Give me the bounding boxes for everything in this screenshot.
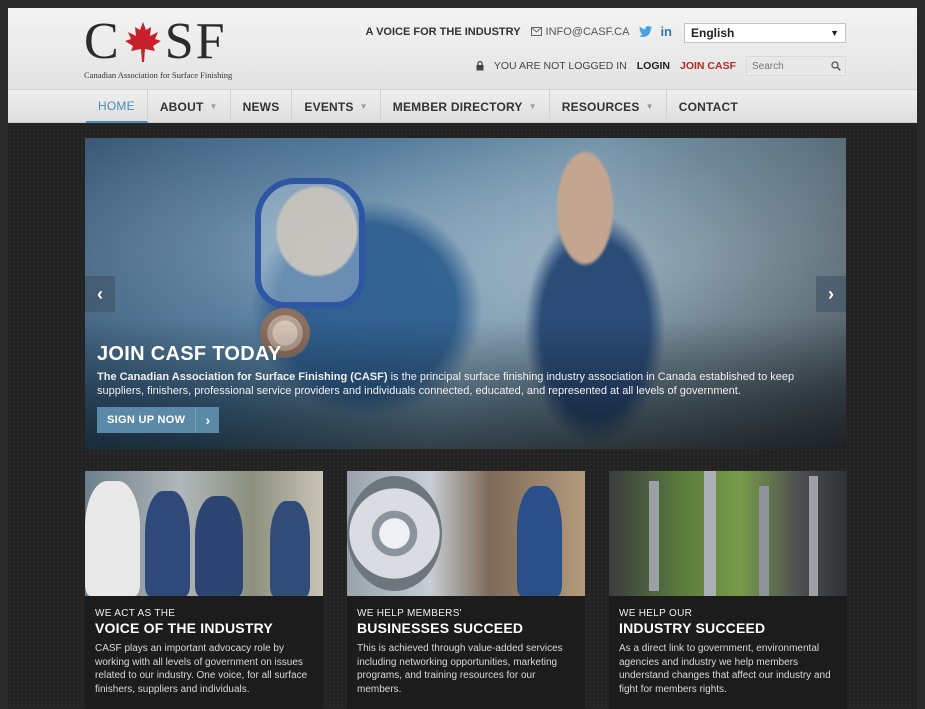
sign-up-label: SIGN UP NOW [107,414,186,426]
page: C SF Canadian Association for Surface Fi… [0,0,925,709]
nav-item-news[interactable]: NEWS [231,90,293,123]
nav-item-label: HOME [98,98,135,113]
search-input[interactable] [747,57,827,75]
login-status: YOU ARE NOT LOGGED IN [493,60,627,72]
caret-down-icon: ▼ [645,102,654,111]
join-casf-link[interactable]: JOIN CASF [680,60,736,72]
nav-item-resources[interactable]: RESOURCES ▼ [550,90,667,123]
card-pretitle: WE ACT AS THE [95,608,176,619]
logo-wordmark: C SF [84,16,227,68]
casf-logo[interactable]: C SF Canadian Association for Surface Fi… [84,16,254,82]
slider-prev-button[interactable]: ‹ [85,276,115,312]
twitter-icon[interactable] [639,26,653,37]
feature-card-industry[interactable]: WE HELP OUR INDUSTRY SUCCEED As a direct… [609,471,847,709]
slider-next-button[interactable]: › [816,276,846,312]
linkedin-icon[interactable]: in [660,24,672,39]
nav-item-label: RESOURCES [561,99,640,114]
language-select[interactable]: English ▼ [684,23,846,43]
card-image-parts-rack [609,471,847,596]
logo-letter-c: C [84,13,121,70]
nav-item-label: EVENTS [304,99,354,114]
card-heading: VOICE OF THE INDUSTRY [95,620,273,636]
hero-description-bold: The Canadian Association for Surface Fin… [97,371,388,383]
search-button[interactable] [827,57,845,75]
tagline: A VOICE FOR THE INDUSTRY [365,25,521,38]
feature-card-voice[interactable]: WE ACT AS THE VOICE OF THE INDUSTRY CASF… [85,471,323,709]
login-link[interactable]: LOGIN [637,60,670,72]
logo-subtitle: Canadian Association for Surface Finishi… [84,70,233,80]
lock-icon [476,61,484,71]
language-value: English [691,26,735,40]
header-top-line: A VOICE FOR THE INDUSTRY INFO@CASF.CA in [366,24,673,39]
header-account-line: YOU ARE NOT LOGGED IN LOGIN JOIN CASF [476,56,846,76]
caret-down-icon: ▼ [209,102,218,111]
nav-item-about[interactable]: ABOUT ▼ [148,90,231,123]
card-image-wheel [347,471,585,596]
chevron-down-icon: ▼ [830,28,839,38]
hero-image-visor [255,178,365,308]
card-body: As a direct link to government, environm… [619,643,831,695]
nav-item-label: ABOUT [159,99,204,114]
nav-item-label: MEMBER DIRECTORY [392,99,523,114]
nav-item-home[interactable]: HOME [86,90,148,123]
sign-up-button[interactable]: SIGN UP NOW › [97,407,220,433]
nav-item-label: NEWS [242,99,280,114]
main-nav: HOME ABOUT ▼ NEWS EVENTS ▼ MEMBER DIRECT… [8,90,917,123]
site-header: C SF Canadian Association for Surface Fi… [8,8,917,90]
nav-item-contact[interactable]: CONTACT [667,90,750,123]
card-heading: BUSINESSES SUCCEED [357,620,524,636]
hero-title: JOIN CASF TODAY [97,343,282,365]
feature-card-businesses[interactable]: WE HELP MEMBERS' BUSINESSES SUCCEED This… [347,471,585,709]
logo-letters-sf: SF [164,13,227,70]
nav-list: HOME ABOUT ▼ NEWS EVENTS ▼ MEMBER DIRECT… [86,90,750,123]
card-body: CASF plays an important advocacy role by… [95,643,308,695]
search-icon [831,61,841,71]
social-links: in [639,24,672,39]
email-text: INFO@CASF.CA [545,25,630,38]
card-pretitle: WE HELP MEMBERS' [357,608,462,619]
nav-item-events[interactable]: EVENTS ▼ [292,90,381,123]
hero-slider: ‹ › JOIN CASF TODAY The Canadian Associa… [85,138,846,449]
email-link[interactable]: INFO@CASF.CA [530,25,630,38]
chevron-right-icon: › [828,283,834,304]
card-body: This is achieved through value-added ser… [357,643,563,695]
chevron-right-icon: › [195,407,219,433]
chevron-left-icon: ‹ [97,283,103,304]
nav-item-member-directory[interactable]: MEMBER DIRECTORY ▼ [381,90,550,123]
mail-icon [530,27,542,36]
card-image-workers [85,471,323,596]
nav-item-label: CONTACT [678,99,738,114]
hero-description: The Canadian Association for Surface Fin… [97,370,842,398]
maple-leaf-icon [124,22,161,62]
card-heading: INDUSTRY SUCCEED [619,620,766,636]
search-box [746,56,846,76]
caret-down-icon: ▼ [528,102,537,111]
card-pretitle: WE HELP OUR [619,608,693,619]
caret-down-icon: ▼ [359,102,368,111]
